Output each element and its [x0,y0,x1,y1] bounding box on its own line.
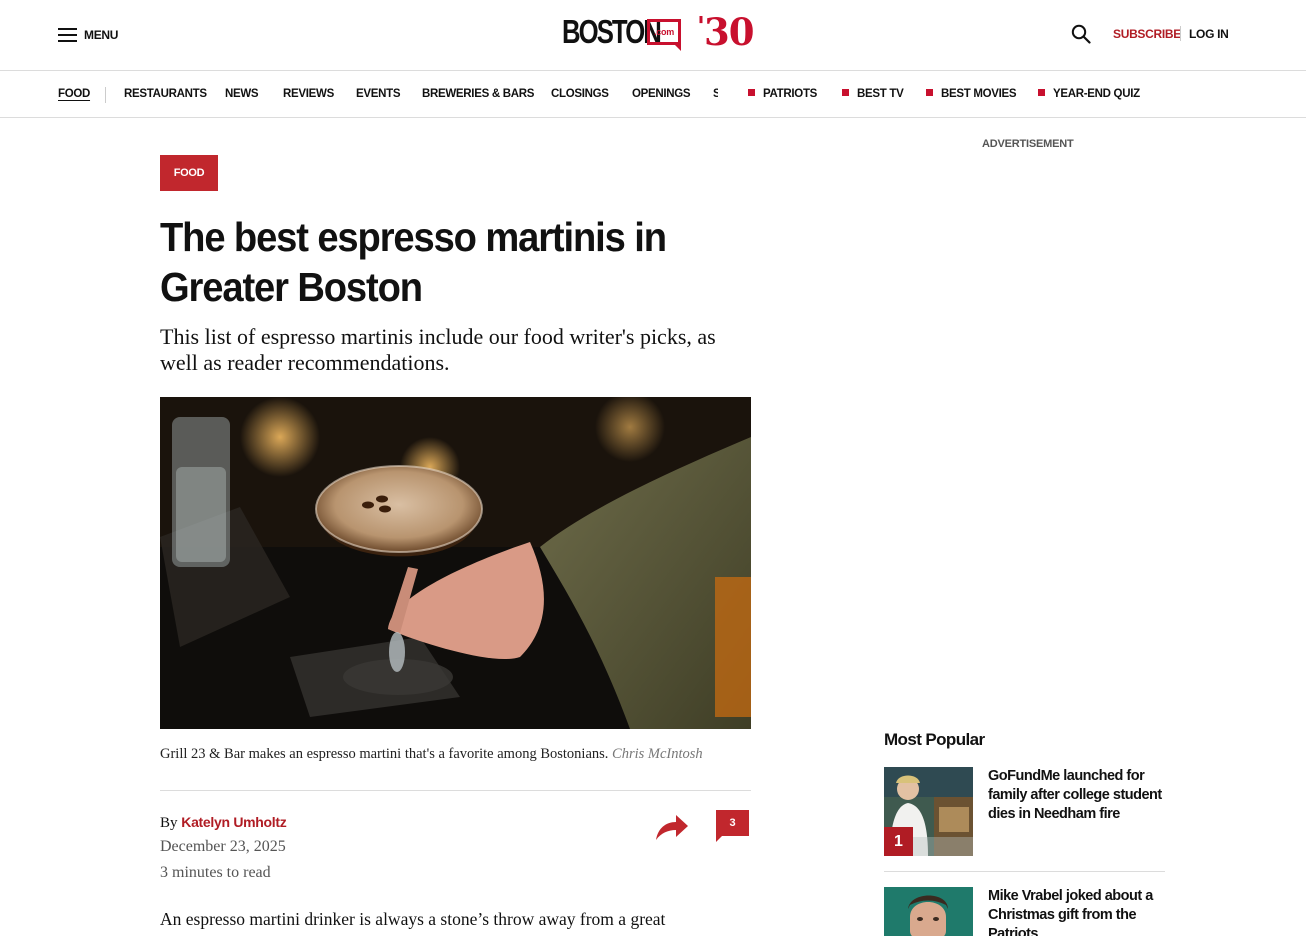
article-dek: This list of espresso martinis include o… [160,324,716,375]
bullet-icon [842,89,849,96]
popular-headline[interactable]: Mike Vrabel joked about a Christmas gift… [988,887,1166,936]
bullet-icon [748,89,755,96]
comment-count-badge[interactable]: 3 [716,810,749,842]
nav-divider [105,87,106,103]
nav-item-news[interactable]: NEWS [225,88,259,100]
most-popular-item[interactable]: Mike Vrabel joked about a Christmas gift… [884,887,1166,936]
bullet-icon [1038,89,1045,96]
popular-thumbnail: 1 [884,767,973,856]
logo-com-badge: .com [647,19,681,51]
nav-item-reviews[interactable]: REVIEWS [283,88,334,100]
photo-credit: Chris McIntosh [612,746,703,762]
nav-item-closings[interactable]: CLOSINGS [551,88,609,100]
byline: By Katelyn Umholtz [160,814,287,831]
share-arrow-icon[interactable] [654,812,690,842]
nav-featured-best-tv[interactable]: BEST TV [842,88,904,100]
espresso-martini-photo [160,397,751,729]
read-time: 3 minutes to read [160,864,271,881]
advertisement-label: ADVERTISEMENT [982,138,1074,150]
logo-wordmark: BOSTON [562,13,662,50]
nav-featured-patriots[interactable]: PATRIOTS [748,88,817,100]
nav-item-restaurants[interactable]: RESTAURANTS [124,88,207,100]
popular-divider [884,871,1165,872]
popular-thumbnail [884,887,973,936]
caption-divider [160,790,751,791]
logo-anniversary: '30 [697,10,754,54]
article-body: An espresso martini drinker is always a … [160,909,666,929]
publish-date: December 23, 2025 [160,838,286,855]
site-header: MENU BOSTON .com '30 SUBSCRIBE LOG IN [0,0,1306,71]
bullet-icon [926,89,933,96]
menu-label: MENU [84,28,119,42]
nav-item-openings[interactable]: OPENINGS [632,88,691,100]
nav-item-food[interactable]: FOOD [58,88,90,100]
menu-button[interactable]: MENU [58,25,118,45]
subscribe-link[interactable]: SUBSCRIBE [1113,27,1181,41]
nav-featured-best-movies[interactable]: BEST MOVIES [926,88,1017,100]
login-link[interactable]: LOG IN [1189,27,1229,41]
nav-featured-year-end-quiz[interactable]: YEAR-END QUIZ [1038,88,1140,100]
site-logo[interactable]: BOSTON .com '30 [562,10,754,54]
most-popular-item[interactable]: 1 GoFundMe launched for family after col… [884,767,1166,857]
header-divider [1180,26,1181,41]
article-headline: The best espresso martinis in Greater Bo… [160,214,667,310]
most-popular-title: Most Popular [884,730,985,749]
nav-item-events[interactable]: EVENTS [356,88,401,100]
nav-item-breweries-bars[interactable]: BREWERIES & BARS [422,88,534,100]
popular-headline[interactable]: GoFundMe launched for family after colle… [988,767,1168,824]
section-nav: FOOD RESTAURANTS NEWS REVIEWS EVENTS BRE… [0,71,1306,118]
hero-image[interactable] [160,397,751,729]
nav-item-truncated[interactable]: S [713,88,718,100]
rank-badge: 1 [884,827,913,856]
author-link[interactable]: Katelyn Umholtz [181,814,286,830]
category-tag[interactable]: FOOD [160,155,218,191]
hamburger-icon [58,28,77,42]
image-caption: Grill 23 & Bar makes an espresso martini… [160,746,703,762]
search-icon[interactable] [1071,24,1091,44]
